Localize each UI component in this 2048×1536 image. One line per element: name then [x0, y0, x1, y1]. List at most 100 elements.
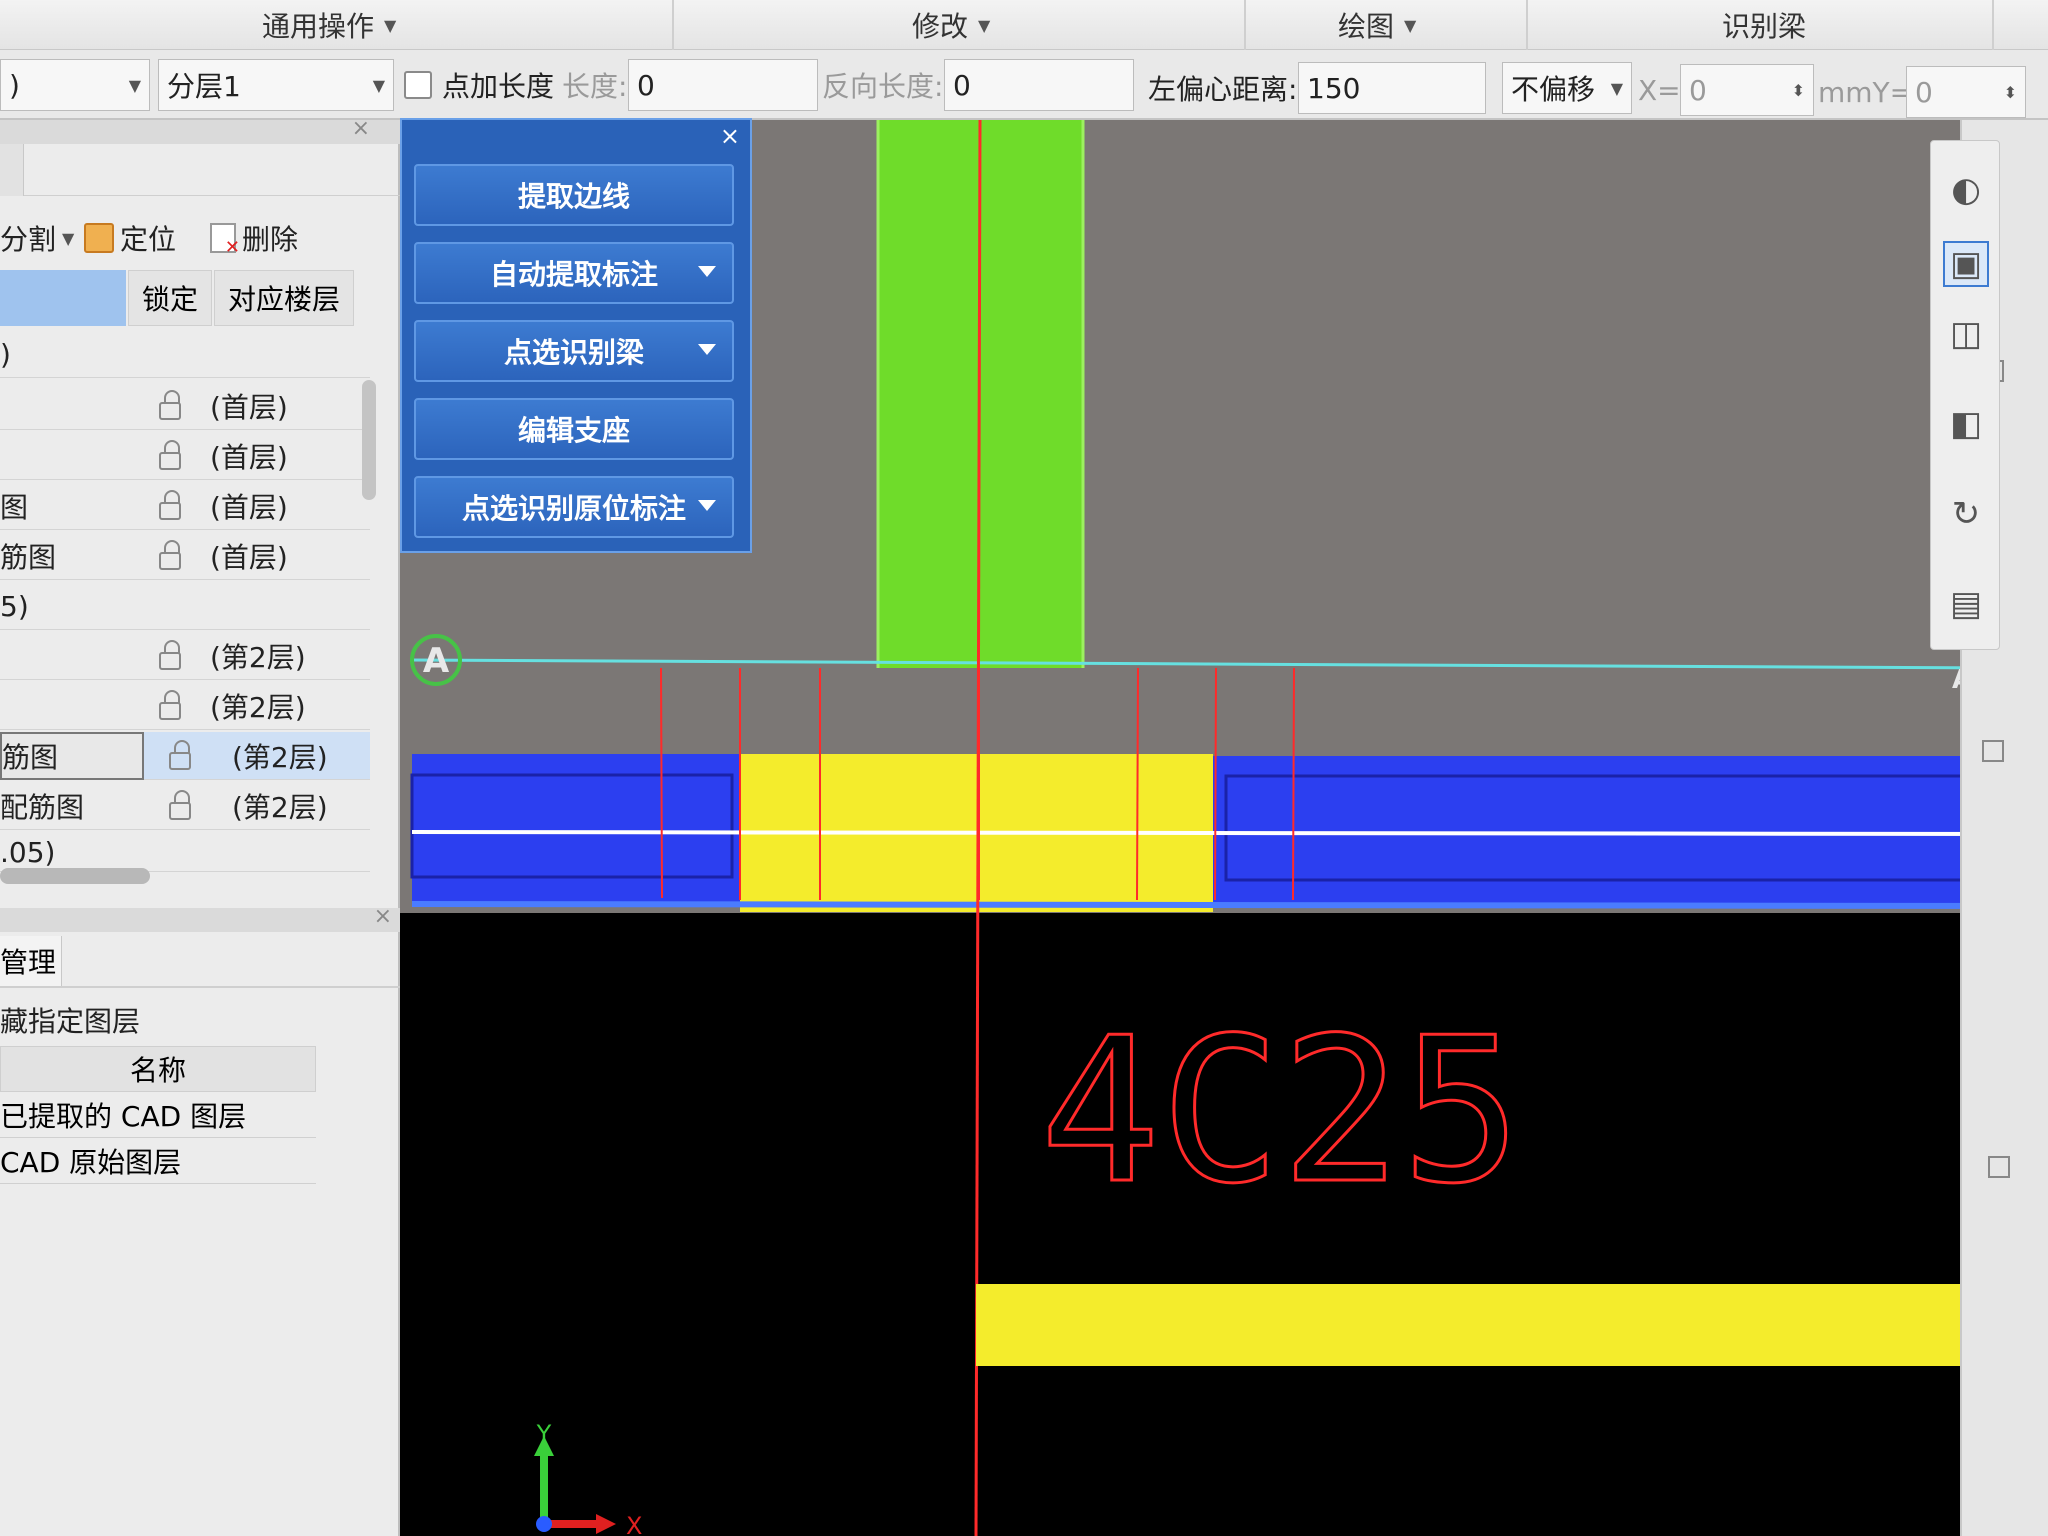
top-view-icon[interactable]: ◫: [1943, 311, 1989, 357]
ucs-origin: [536, 1516, 552, 1532]
red-reference-line: [660, 667, 663, 899]
spin-arrows-icon[interactable]: ⬍: [1792, 81, 1805, 100]
list-item[interactable]: ): [0, 330, 370, 378]
lock-icon[interactable]: [140, 482, 200, 530]
horizontal-scrollbar[interactable]: [0, 868, 150, 884]
panel-tab[interactable]: [0, 144, 24, 196]
left-offset-input[interactable]: 150: [1298, 62, 1486, 114]
list-item[interactable]: (第2层): [0, 682, 370, 730]
close-icon[interactable]: ×: [720, 122, 740, 150]
collapse-toggle[interactable]: [1982, 740, 2004, 762]
ribbon-group-modify[interactable]: 修改 ▼: [912, 0, 990, 50]
divider: [0, 986, 400, 988]
dropdown-arrow-icon[interactable]: [698, 266, 716, 277]
lock-icon[interactable]: [150, 732, 210, 780]
close-icon[interactable]: ×: [374, 904, 392, 929]
column-header-lock[interactable]: 锁定: [128, 270, 212, 326]
delete-icon: ✕: [210, 223, 240, 257]
reverse-length-label: 反向长度:: [822, 70, 944, 103]
extract-edge-button[interactable]: 提取边线: [414, 164, 734, 226]
offset-mode-select[interactable]: 不偏移 ▼: [1502, 62, 1632, 114]
list-item[interactable]: 筋图 (首层): [0, 532, 370, 580]
select-value: 不偏移: [1511, 73, 1596, 106]
delete-button[interactable]: ✕ 删除: [210, 218, 298, 258]
split-button[interactable]: 分割 ▼: [0, 218, 74, 258]
pick-identify-in-situ-annotation-button[interactable]: 点选识别原位标注: [414, 476, 734, 538]
split-label: 分割: [0, 223, 57, 256]
ribbon-group-label: 绘图: [1338, 10, 1395, 43]
header-cell-selected[interactable]: [0, 270, 126, 326]
pick-identify-beam-button[interactable]: 点选识别梁: [414, 320, 734, 382]
layer-select[interactable]: 分层1 ▼: [158, 59, 394, 111]
layer-item-original[interactable]: CAD 原始图层: [0, 1138, 316, 1184]
row-floor: (第2层): [210, 691, 306, 724]
chevron-down-icon: ▼: [128, 75, 141, 95]
hide-layer-option[interactable]: 藏指定图层: [0, 1000, 140, 1040]
x-label: X=: [1638, 73, 1681, 107]
collapse-toggle[interactable]: [1988, 1156, 2010, 1178]
delete-label: 删除: [242, 223, 299, 256]
length-input[interactable]: 0: [628, 59, 818, 111]
orbit-icon[interactable]: ◐: [1943, 167, 1989, 213]
vertical-scrollbar[interactable]: [362, 380, 376, 500]
ribbon-divider: [672, 0, 674, 50]
ucs-y-label: Y: [536, 1420, 552, 1448]
x-stepper[interactable]: 0 ⬍: [1680, 64, 1814, 116]
lock-icon[interactable]: [140, 632, 200, 680]
spin-arrows-icon[interactable]: ⬍: [2004, 83, 2017, 102]
view-3d-icon[interactable]: ▣: [1943, 241, 1989, 287]
box-view-icon[interactable]: ◧: [1943, 401, 1989, 447]
ribbon-group-identify-beam[interactable]: 识别梁: [1722, 0, 1806, 50]
lock-icon[interactable]: [150, 782, 210, 830]
ribbon-group-label: 通用操作: [262, 10, 375, 43]
dropdown-arrow-icon[interactable]: [698, 500, 716, 511]
list-item[interactable]: 图 (首层): [0, 482, 370, 530]
row-floor: (首层): [210, 541, 288, 574]
axis-label-a: A: [423, 641, 450, 681]
list-item[interactable]: 配筋图 (第2层): [0, 782, 370, 830]
lock-icon[interactable]: [140, 382, 200, 430]
list-item-selected[interactable]: 筋图 (第2层): [0, 732, 370, 780]
lock-icon[interactable]: [140, 432, 200, 480]
ucs-x-arrow: [596, 1514, 616, 1534]
rebar-annotation-text[interactable]: 4C25: [1039, 994, 1524, 1230]
identify-beam-tool-panel: × 提取边线 自动提取标注 点选识别梁 编辑支座 点选识别原位标注: [400, 118, 752, 553]
length-label: 长度:: [562, 70, 628, 103]
lock-icon[interactable]: [140, 532, 200, 580]
edit-support-button[interactable]: 编辑支座: [414, 398, 734, 460]
lock-icon[interactable]: [140, 682, 200, 730]
select-value: 分层1: [167, 70, 241, 103]
chevron-down-icon: ▼: [384, 15, 397, 35]
auto-extract-annotation-button[interactable]: 自动提取标注: [414, 242, 734, 304]
row-name: [0, 682, 130, 730]
rotate-icon[interactable]: ↻: [1943, 491, 1989, 537]
column-header-name[interactable]: 名称: [0, 1046, 316, 1092]
y-stepper[interactable]: 0 ⬍: [1906, 66, 2026, 118]
add-length-checkbox[interactable]: [404, 71, 432, 99]
locate-icon: [84, 223, 114, 253]
element-type-select[interactable]: ) ▼: [0, 59, 150, 111]
list-item[interactable]: (首层): [0, 382, 370, 430]
chevron-down-icon: ▼: [1404, 15, 1417, 35]
ribbon-divider: [1244, 0, 1246, 50]
red-reference-line: [1136, 667, 1139, 901]
layer-item-extracted[interactable]: 已提取的 CAD 图层: [0, 1092, 316, 1138]
beam-bottom-edge: [411, 901, 2020, 909]
ribbon-group-common-ops[interactable]: 通用操作 ▼: [262, 0, 396, 50]
list-item[interactable]: 5): [0, 582, 370, 630]
select-value: ): [9, 68, 20, 102]
reverse-length-input[interactable]: 0: [944, 59, 1134, 111]
locate-button[interactable]: 定位: [84, 218, 176, 258]
list-item[interactable]: .05): [0, 832, 370, 872]
tab-layer-management[interactable]: 管理: [0, 936, 62, 986]
ribbon-group-label: 修改: [912, 10, 969, 43]
close-icon[interactable]: ×: [352, 116, 370, 141]
layer-display-icon[interactable]: ▤: [1943, 581, 1989, 627]
add-length-label: 点加长度: [442, 70, 555, 103]
ribbon-group-draw[interactable]: 绘图 ▼: [1338, 0, 1416, 50]
list-item[interactable]: (第2层): [0, 632, 370, 680]
list-item[interactable]: (首层): [0, 432, 370, 480]
row-name: 5): [0, 589, 29, 623]
column-header-floor[interactable]: 对应楼层: [214, 270, 354, 326]
dropdown-arrow-icon[interactable]: [698, 344, 716, 355]
